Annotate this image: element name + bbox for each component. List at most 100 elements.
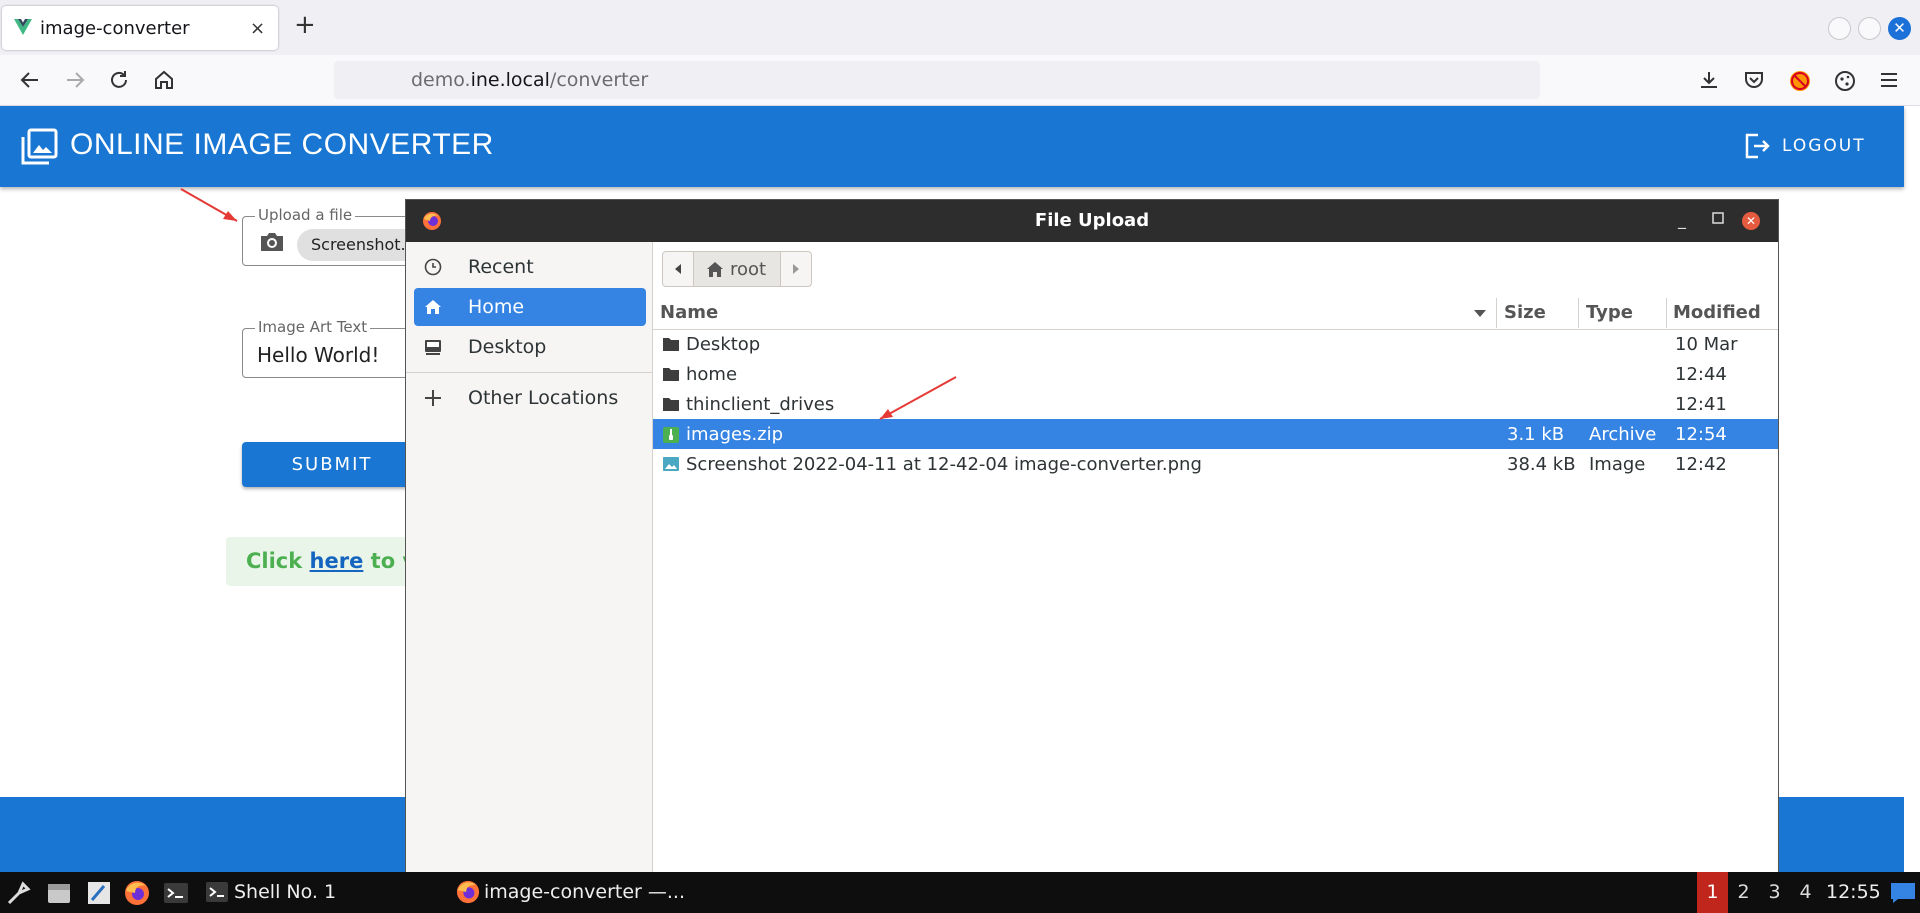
file-type: Archive bbox=[1589, 424, 1657, 445]
places-sidebar: Recent Home Desktop Other Locations bbox=[406, 242, 653, 872]
app-header: ONLINE IMAGE CONVERTER LOGOUT bbox=[0, 106, 1904, 187]
dialog-titlebar[interactable]: File Upload _ ✕ bbox=[406, 200, 1778, 242]
file-size: 3.1 kB bbox=[1507, 424, 1565, 445]
file-row[interactable]: thinclient_drives 12:41 bbox=[653, 389, 1778, 419]
home-icon bbox=[424, 298, 442, 316]
tab-title: image-converter bbox=[40, 18, 190, 39]
extension-blocked-icon[interactable] bbox=[1788, 69, 1812, 93]
firefox-icon bbox=[456, 880, 480, 904]
file-row[interactable]: Screenshot 2022-04-11 at 12-42-04 image-… bbox=[653, 449, 1778, 479]
taskbar-window-shell[interactable]: Shell No. 1 bbox=[234, 881, 336, 903]
dialog-maximize-button[interactable] bbox=[1712, 212, 1724, 224]
home-icon[interactable] bbox=[153, 69, 175, 91]
dialog-minimize-button[interactable]: _ bbox=[1678, 210, 1686, 229]
clock: 12:55 bbox=[1826, 881, 1881, 903]
file-name: images.zip bbox=[686, 424, 784, 445]
logout-icon bbox=[1744, 132, 1770, 160]
cookie-extension-icon[interactable] bbox=[1833, 69, 1857, 93]
downloads-icon[interactable] bbox=[1698, 69, 1720, 91]
sidebar-item-home[interactable]: Home bbox=[414, 288, 646, 326]
sidebar-item-label: Desktop bbox=[468, 336, 547, 358]
folder-icon bbox=[662, 336, 680, 352]
url-bar[interactable]: demo.ine.local/converter bbox=[334, 61, 1540, 99]
image-art-text-input[interactable]: Hello World! bbox=[257, 343, 379, 367]
browser-tab[interactable]: image-converter × bbox=[2, 6, 278, 50]
app-title: ONLINE IMAGE CONVERTER bbox=[70, 128, 494, 161]
file-name: thinclient_drives bbox=[686, 394, 835, 415]
sidebar-item-label: Home bbox=[468, 296, 525, 318]
file-upload-dialog: File Upload _ ✕ Recent Home Desktop Othe… bbox=[406, 200, 1778, 872]
sidebar-item-desktop[interactable]: Desktop bbox=[414, 328, 646, 366]
path-segment-root[interactable]: root bbox=[693, 251, 781, 287]
file-name: Screenshot 2022-04-11 at 12-42-04 image-… bbox=[686, 454, 1202, 475]
file-row-selected[interactable]: images.zip 3.1 kB Archive 12:54 bbox=[653, 419, 1778, 449]
image-art-text-label: Image Art Text bbox=[255, 318, 371, 336]
workspace-4[interactable]: 4 bbox=[1790, 872, 1821, 913]
firefox-icon[interactable] bbox=[124, 880, 150, 906]
upload-file-label: Upload a file bbox=[255, 206, 356, 224]
annotation-arrow bbox=[180, 188, 238, 222]
folder-icon bbox=[662, 366, 680, 382]
path-scroll-left-button[interactable] bbox=[662, 251, 694, 287]
browser-tab-bar: image-converter × + ✕ bbox=[0, 0, 1920, 55]
url-text: demo.ine.local/converter bbox=[411, 69, 649, 91]
file-manager-icon[interactable] bbox=[46, 880, 72, 906]
sidebar-item-recent[interactable]: Recent bbox=[414, 248, 646, 286]
reload-icon[interactable] bbox=[108, 69, 130, 91]
desktop-icon bbox=[424, 338, 442, 356]
tab-close-icon[interactable]: × bbox=[250, 18, 265, 39]
image-art-text-field[interactable]: Image Art Text Hello World! bbox=[242, 318, 432, 378]
file-size: 38.4 kB bbox=[1507, 454, 1576, 475]
sidebar-divider bbox=[406, 372, 652, 373]
maximize-window-button[interactable] bbox=[1858, 17, 1881, 40]
workspace-3[interactable]: 3 bbox=[1759, 872, 1790, 913]
file-modified: 12:41 bbox=[1675, 394, 1727, 415]
taskbar-window-browser[interactable]: image-converter —... bbox=[484, 881, 685, 903]
close-window-button[interactable]: ✕ bbox=[1888, 17, 1911, 40]
result-alert: Click here to v bbox=[226, 537, 426, 586]
terminal-icon[interactable] bbox=[163, 880, 189, 906]
upload-file-field[interactable]: Upload a file Screenshot... bbox=[242, 206, 432, 266]
archive-icon bbox=[662, 426, 680, 444]
vue-logo-icon bbox=[14, 19, 32, 35]
forward-icon[interactable] bbox=[63, 69, 87, 91]
column-separator[interactable] bbox=[1496, 298, 1497, 328]
image-gallery-icon bbox=[20, 128, 58, 166]
column-header-type[interactable]: Type bbox=[1586, 302, 1633, 323]
folder-icon bbox=[662, 396, 680, 412]
result-link[interactable]: here bbox=[310, 549, 364, 573]
dialog-close-button[interactable]: ✕ bbox=[1742, 212, 1760, 230]
submit-button[interactable]: SUBMIT bbox=[242, 442, 422, 487]
sidebar-item-other-locations[interactable]: Other Locations bbox=[414, 379, 646, 417]
pocket-icon[interactable] bbox=[1743, 69, 1765, 91]
file-row[interactable]: Desktop 10 Mar bbox=[653, 329, 1778, 359]
camera-icon[interactable] bbox=[259, 231, 285, 253]
menu-icon[interactable] bbox=[1878, 69, 1900, 91]
path-scroll-right-button[interactable] bbox=[780, 251, 812, 287]
sidebar-item-label: Recent bbox=[468, 256, 534, 278]
image-icon bbox=[662, 456, 680, 472]
file-modified: 12:44 bbox=[1675, 364, 1727, 385]
workspace-2[interactable]: 2 bbox=[1728, 872, 1759, 913]
file-type: Image bbox=[1589, 454, 1646, 475]
system-tools-icon[interactable] bbox=[6, 880, 32, 906]
file-list-header: Name Size Type Modified bbox=[653, 296, 1778, 330]
column-header-name[interactable]: Name bbox=[660, 302, 718, 323]
browser-nav-bar: demo.ine.local/converter bbox=[0, 55, 1920, 106]
minimize-window-button[interactable] bbox=[1828, 17, 1851, 40]
file-row[interactable]: home 12:44 bbox=[653, 359, 1778, 389]
back-icon[interactable] bbox=[18, 69, 42, 91]
terminal-icon bbox=[205, 880, 229, 904]
dialog-title: File Upload bbox=[1034, 210, 1150, 231]
text-editor-icon[interactable] bbox=[86, 880, 112, 906]
sort-descending-icon[interactable] bbox=[1473, 309, 1487, 319]
file-name: Desktop bbox=[686, 334, 761, 355]
notification-icon[interactable] bbox=[1890, 882, 1916, 904]
new-tab-button[interactable]: + bbox=[294, 12, 316, 38]
path-segment-label: root bbox=[730, 259, 767, 280]
column-separator[interactable] bbox=[1666, 298, 1667, 328]
column-header-size[interactable]: Size bbox=[1504, 302, 1546, 323]
column-separator[interactable] bbox=[1578, 298, 1579, 328]
workspace-1[interactable]: 1 bbox=[1697, 872, 1728, 913]
column-header-modified[interactable]: Modified bbox=[1673, 302, 1761, 323]
